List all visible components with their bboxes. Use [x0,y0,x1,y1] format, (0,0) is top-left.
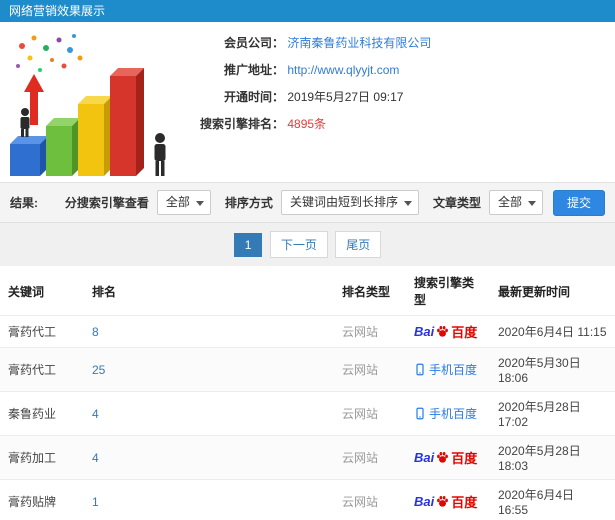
mobile-phone-icon [416,407,424,419]
keyword-cell: 秦鲁药业 [0,391,84,436]
update-time-cell: 2020年5月28日 18:03 [490,435,615,480]
rank-type-cell: 云网站 [334,347,406,392]
engine-cell: Bai 百度 [406,435,490,480]
rank-type-cell: 云网站 [334,391,406,436]
engine-cell: 手机百度 [406,391,490,436]
chevron-down-icon [527,201,536,206]
keyword-cell: 膏药代工 [0,347,84,392]
engine-filter-value: 全部 [165,195,190,209]
engine-cell: Bai 百度 [406,479,490,520]
table-row: 膏药加工 4 云网站 Bai 百度 2020年5月28日 18:03 [0,435,615,480]
businessman-figure-icon [20,108,30,137]
rank-count-row: 搜索引擎排名： 4895条 [182,115,431,133]
mobile-baidu-label: 手机百度 [429,362,478,377]
article-type-value: 全部 [497,195,522,209]
engine-filter-label: 分搜索引擎查看 [64,196,149,210]
update-time-cell: 2020年6月4日 11:15 [490,315,615,348]
baidu-logo: Bai 百度 [414,448,477,467]
baidu-logo-du: 百度 [451,325,478,340]
mobile-baidu-badge: 手机百度 [414,361,477,378]
header-keyword: 关键词 [8,284,45,299]
thinking-man-figure-icon [154,133,166,176]
pagination: 1 下一页 尾页 [0,223,615,266]
sort-filter-value: 关键词由短到长排序 [289,195,398,209]
table-row: 膏药代工 25 云网站 手机百度 2020年5月30日 18:06 [0,347,615,392]
company-link[interactable]: 济南秦鲁药业科技有限公司 [287,36,431,50]
engine-cell: Bai 百度 [406,315,490,348]
baidu-logo-bai: Bai [414,450,435,465]
baidu-paw-icon [437,451,449,463]
table-row: 膏药代工 8 云网站 Bai 百度 2020年6月4日 11:15 [0,315,615,348]
header-update-time: 最新更新时间 [498,284,571,299]
header-engine-type: 搜索引擎类型 [414,276,475,307]
rank-type-cell: 云网站 [334,479,406,520]
baidu-logo-du: 百度 [451,451,478,466]
header-rank: 排名 [92,284,117,299]
sort-filter-select[interactable]: 关键词由短到长排序 [280,190,419,215]
window-titlebar: 网络营销效果展示 [0,0,615,22]
result-label: 结果: [10,196,38,210]
open-time-row: 开通时间： 2019年5月27日 09:17 [182,88,431,106]
results-table-body: 膏药代工 8 云网站 Bai 百度 2020年6月4日 11:15 膏药代工 2… [0,315,615,520]
open-time-label: 开通时间： [223,90,284,104]
mobile-phone-icon [416,363,424,375]
baidu-paw-icon [437,495,449,507]
page: 网络营销效果展示 会员公司： 济南秦鲁药业科技有限公司 推广地址： http:/… [0,0,615,520]
last-page-button[interactable]: 尾页 [335,231,382,258]
rank-type-cell: 云网站 [334,315,406,348]
keyword-cell: 膏药代工 [0,315,84,348]
table-row: 膏药贴牌 1 云网站 Bai 百度 2020年6月4日 16:55 [0,479,615,520]
rank-link[interactable]: 1 [92,495,99,509]
promo-url-row: 推广地址： http://www.qlyyjt.com [182,61,431,79]
mobile-baidu-label: 手机百度 [429,406,478,421]
rank-link[interactable]: 8 [92,325,99,339]
page-button-current[interactable]: 1 [233,233,263,257]
article-type-select[interactable]: 全部 [488,190,543,215]
baidu-logo-du: 百度 [451,495,478,510]
article-type-label: 文章类型 [432,196,481,210]
member-info: 会员公司： 济南秦鲁药业科技有限公司 推广地址： http://www.qlyy… [182,22,431,182]
baidu-logo-bai: Bai [414,324,435,339]
filter-controls: 分搜索引擎查看 全部 排序方式 关键词由短到长排序 文章类型 全部 提交 [51,189,605,216]
results-table: 关键词 排名 排名类型 搜索引擎类型 最新更新时间 膏药代工 8 云网站 Bai… [0,266,615,520]
page-title: 网络营销效果展示 [9,4,106,18]
mobile-baidu-badge: 手机百度 [414,405,477,422]
update-time-cell: 2020年5月30日 18:06 [490,347,615,392]
engine-cell: 手机百度 [406,347,490,392]
chevron-down-icon [195,201,204,206]
promo-url-label: 推广地址： [223,63,284,77]
company-label: 会员公司： [223,36,284,50]
company-row: 会员公司： 济南秦鲁药业科技有限公司 [182,34,431,52]
baidu-logo: Bai 百度 [414,322,477,341]
rank-type-cell: 云网站 [334,435,406,480]
open-time-value: 2019年5月27日 09:17 [287,90,404,104]
chevron-down-icon [403,201,412,206]
chart-illustration [0,22,182,182]
header-rank-type: 排名类型 [342,284,391,299]
rank-link[interactable]: 25 [92,363,105,377]
promo-url-link[interactable]: http://www.qlyyjt.com [287,63,399,77]
baidu-logo-bai: Bai [414,494,435,509]
filter-bar: 结果: 分搜索引擎查看 全部 排序方式 关键词由短到长排序 文章类型 全部 提交 [0,182,615,223]
engine-filter-select[interactable]: 全部 [156,190,211,215]
baidu-logo: Bai 百度 [414,492,477,511]
update-time-cell: 2020年5月28日 17:02 [490,391,615,436]
keyword-cell: 膏药加工 [0,435,84,480]
update-time-cell: 2020年6月4日 16:55 [490,479,615,520]
rank-count-value: 4895条 [287,117,327,131]
table-row: 秦鲁药业 4 云网站 手机百度 2020年5月28日 17:02 [0,391,615,436]
sort-filter-label: 排序方式 [224,196,273,210]
bar-chart-clipart-icon [10,34,166,176]
rank-link[interactable]: 4 [92,407,99,421]
rank-count-label: 搜索引擎排名： [199,117,284,131]
next-page-button[interactable]: 下一页 [269,231,328,258]
baidu-paw-icon [437,325,449,337]
keyword-cell: 膏药贴牌 [0,479,84,520]
top-section: 会员公司： 济南秦鲁药业科技有限公司 推广地址： http://www.qlyy… [0,22,615,182]
submit-button[interactable]: 提交 [552,189,605,216]
table-header-row: 关键词 排名 排名类型 搜索引擎类型 最新更新时间 [0,266,615,316]
rank-link[interactable]: 4 [92,451,99,465]
